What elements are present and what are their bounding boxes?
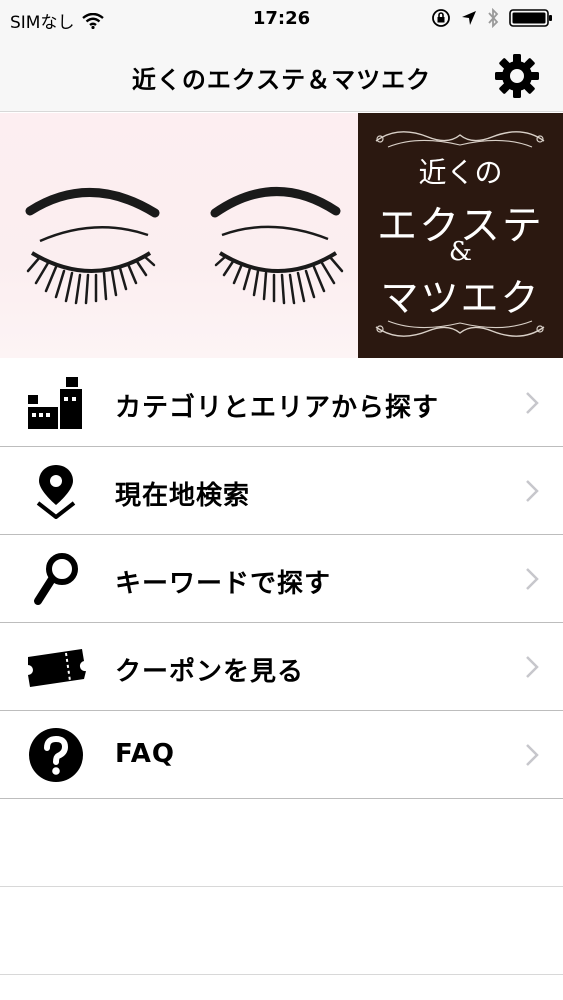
ticket-icon — [28, 649, 86, 687]
question-icon — [29, 728, 83, 782]
status-bar: SIMなし 17:26 — [0, 0, 563, 40]
gear-icon[interactable] — [493, 52, 541, 100]
chevron-right-icon — [526, 744, 539, 766]
menu-label-category-area: カテゴリとエリアから探す — [115, 393, 440, 423]
nav-bar: 近くのエクステ＆マツエク — [0, 40, 563, 112]
banner-title-box: 近くの エクステ & マツエク — [358, 113, 563, 358]
menu-item-coupon[interactable]: クーポンを見る — [0, 623, 563, 711]
magnifier-icon — [34, 553, 78, 605]
hero-banner: 近くの エクステ & マツエク — [0, 113, 563, 358]
page-title: 近くのエクステ＆マツエク — [131, 66, 432, 94]
flourish-bottom-ornament — [375, 320, 545, 337]
menu-item-current-location[interactable]: 現在地検索 — [0, 447, 563, 535]
menu-label-keyword-search: キーワードで探す — [115, 569, 332, 599]
banner-line-ampersand: & — [448, 237, 473, 267]
eyelash-illustration — [0, 113, 358, 358]
chevron-right-icon — [526, 656, 539, 678]
chevron-right-icon — [526, 568, 539, 590]
empty-row — [0, 887, 563, 975]
banner-line-kinkuno: 近くの — [418, 156, 503, 189]
empty-row — [0, 799, 563, 887]
battery-icon — [509, 9, 552, 27]
menu-label-current-location: 現在地検索 — [115, 481, 251, 511]
menu-item-category-area[interactable]: カテゴリとエリアから探す — [0, 359, 563, 447]
flourish-top-ornament — [375, 131, 545, 148]
menu-label-coupon: クーポンを見る — [115, 657, 305, 687]
menu-label-faq: FAQ — [115, 739, 176, 769]
menu-item-keyword-search[interactable]: キーワードで探す — [0, 535, 563, 623]
rotation-lock-icon — [432, 9, 450, 27]
status-right — [431, 8, 553, 28]
category-area-icon — [28, 377, 82, 429]
location-pin-icon — [36, 465, 76, 519]
menu-item-faq[interactable]: FAQ — [0, 711, 563, 799]
closed-eyes-image — [25, 187, 344, 305]
location-arrow-icon — [462, 11, 476, 25]
bluetooth-icon — [488, 8, 499, 28]
chevron-right-icon — [526, 480, 539, 502]
chevron-right-icon — [526, 392, 539, 414]
main-menu: カテゴリとエリアから探す 現在地検索 キーワードで探す クーポンを見る FAQ — [0, 359, 563, 975]
